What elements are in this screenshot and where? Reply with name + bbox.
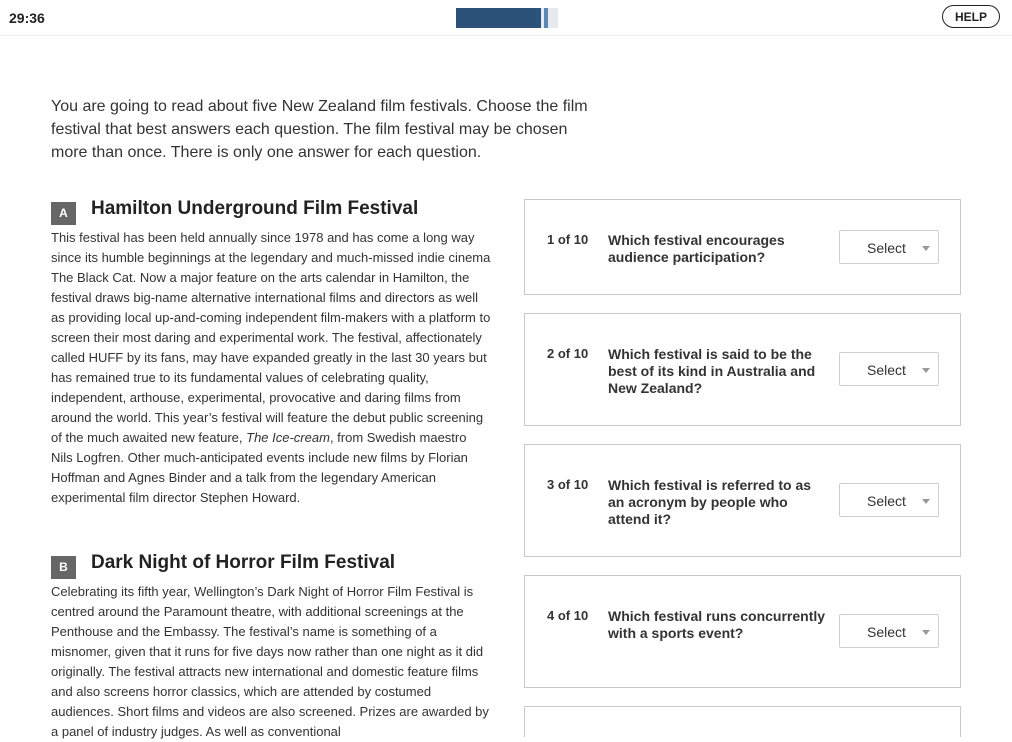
question-text: Which festival is said to be the best of… bbox=[608, 346, 816, 396]
answer-select[interactable]: Select bbox=[839, 614, 939, 648]
chevron-down-icon bbox=[922, 368, 930, 373]
question-number: 2 of 10 bbox=[547, 346, 589, 361]
top-bar: 29:36 HELP bbox=[0, 0, 1012, 36]
answer-select[interactable]: Select bbox=[839, 352, 939, 386]
select-label: Select bbox=[867, 240, 906, 256]
passage-title: Dark Night of Horror Film Festival bbox=[91, 552, 396, 573]
passage-header: B Dark Night of Horror Film Festival bbox=[51, 552, 491, 579]
question-card: 2 of 10 Which festival is said to be the… bbox=[524, 313, 961, 426]
passage-title: Hamilton Underground Film Festival bbox=[91, 198, 419, 219]
question-text: Which festival runs concurrently with a … bbox=[608, 608, 826, 641]
progress-bar bbox=[456, 8, 558, 28]
select-label: Select bbox=[867, 624, 906, 640]
question-number: 1 of 10 bbox=[547, 232, 589, 247]
task-instructions: You are going to read about five New Zea… bbox=[51, 98, 588, 161]
progress-bar-marker bbox=[544, 8, 548, 28]
passage-body: This festival has been held annually sin… bbox=[51, 228, 491, 508]
passage-a: A Hamilton Underground Film Festival Thi… bbox=[51, 198, 491, 508]
question-number: 4 of 10 bbox=[547, 608, 589, 623]
chevron-down-icon bbox=[922, 630, 930, 635]
passage-b: B Dark Night of Horror Film Festival Cel… bbox=[51, 552, 491, 742]
countdown-timer: 29:36 bbox=[9, 10, 45, 26]
answer-select[interactable]: Select bbox=[839, 230, 939, 264]
passage-body: Celebrating its fifth year, Wellington’s… bbox=[51, 584, 489, 739]
select-label: Select bbox=[867, 493, 906, 509]
question-card: 1 of 10 Which festival encourages audien… bbox=[524, 199, 961, 295]
progress-bar-fill bbox=[456, 8, 541, 28]
question-card bbox=[524, 706, 961, 737]
help-button[interactable]: HELP bbox=[942, 5, 1000, 28]
passage-text: This festival has been held annually sin… bbox=[51, 230, 491, 445]
question-text: Which festival encourages audience parti… bbox=[608, 232, 785, 265]
answer-select[interactable]: Select bbox=[839, 483, 939, 517]
passage-header: A Hamilton Underground Film Festival bbox=[51, 198, 491, 225]
film-title: The Ice-cream bbox=[246, 430, 330, 445]
passage-letter-badge: A bbox=[51, 202, 76, 225]
question-card: 3 of 10 Which festival is referred to as… bbox=[524, 444, 961, 557]
select-label: Select bbox=[867, 362, 906, 378]
question-number: 3 of 10 bbox=[547, 477, 589, 492]
question-card: 4 of 10 Which festival runs concurrently… bbox=[524, 575, 961, 688]
question-text: Which festival is referred to as an acro… bbox=[608, 477, 812, 527]
chevron-down-icon bbox=[922, 499, 930, 504]
passage-letter-badge: B bbox=[51, 556, 76, 579]
chevron-down-icon bbox=[922, 246, 930, 251]
